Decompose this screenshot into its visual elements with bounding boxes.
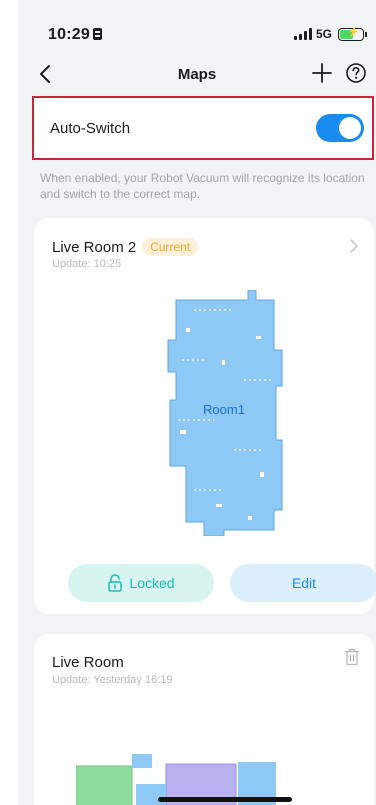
- toggle-knob: [339, 117, 361, 139]
- network-type: 5G: [315, 27, 332, 41]
- battery-icon: ⚡: [338, 27, 367, 41]
- auto-switch-hint: When enabled, your Robot Vacuum will rec…: [40, 171, 365, 201]
- chevron-right-icon[interactable]: [348, 238, 360, 254]
- auto-switch-toggle[interactable]: [316, 114, 364, 142]
- lock-icon: [108, 574, 123, 592]
- add-icon[interactable]: [310, 61, 334, 85]
- map-card[interactable]: Live Room Update: Yesterday 16:19: [34, 634, 374, 805]
- edit-label: Edit: [291, 575, 317, 591]
- auto-switch-row: Auto-Switch: [32, 96, 374, 160]
- map-update-time: Update: 10:25: [52, 258, 122, 270]
- map-name: Live Room: [52, 654, 124, 671]
- current-badge: Current: [142, 238, 199, 256]
- edit-button[interactable]: Edit: [230, 564, 376, 602]
- map-card-title: Live Room: [52, 654, 124, 671]
- trash-icon[interactable]: [344, 648, 360, 666]
- map-card-title: Live Room 2 Current: [52, 238, 199, 256]
- home-indicator: [158, 797, 292, 802]
- sim-icon: [92, 28, 102, 40]
- signal-icon: [293, 28, 312, 40]
- status-indicators: 5G ⚡: [293, 27, 367, 41]
- locked-label: Locked: [129, 575, 175, 591]
- map-update-time: Update: Yesterday 16:19: [52, 674, 173, 686]
- status-time-text: 10:29: [48, 26, 90, 43]
- locked-button[interactable]: Locked: [68, 564, 214, 602]
- map-card-current[interactable]: Live Room 2 Current Update: 10:25 Room1 L…: [34, 218, 376, 614]
- map-name: Live Room 2: [52, 239, 137, 256]
- room-label: Room1: [203, 402, 245, 417]
- maps-screen: 10:29 5G ⚡ Maps Auto-Switch When enabled…: [18, 0, 376, 805]
- auto-switch-label: Auto-Switch: [50, 120, 131, 137]
- status-time: 10:29: [48, 26, 102, 44]
- nav-bar: Maps: [18, 54, 376, 94]
- help-icon[interactable]: [344, 61, 368, 85]
- status-bar: 10:29 5G ⚡: [18, 0, 376, 54]
